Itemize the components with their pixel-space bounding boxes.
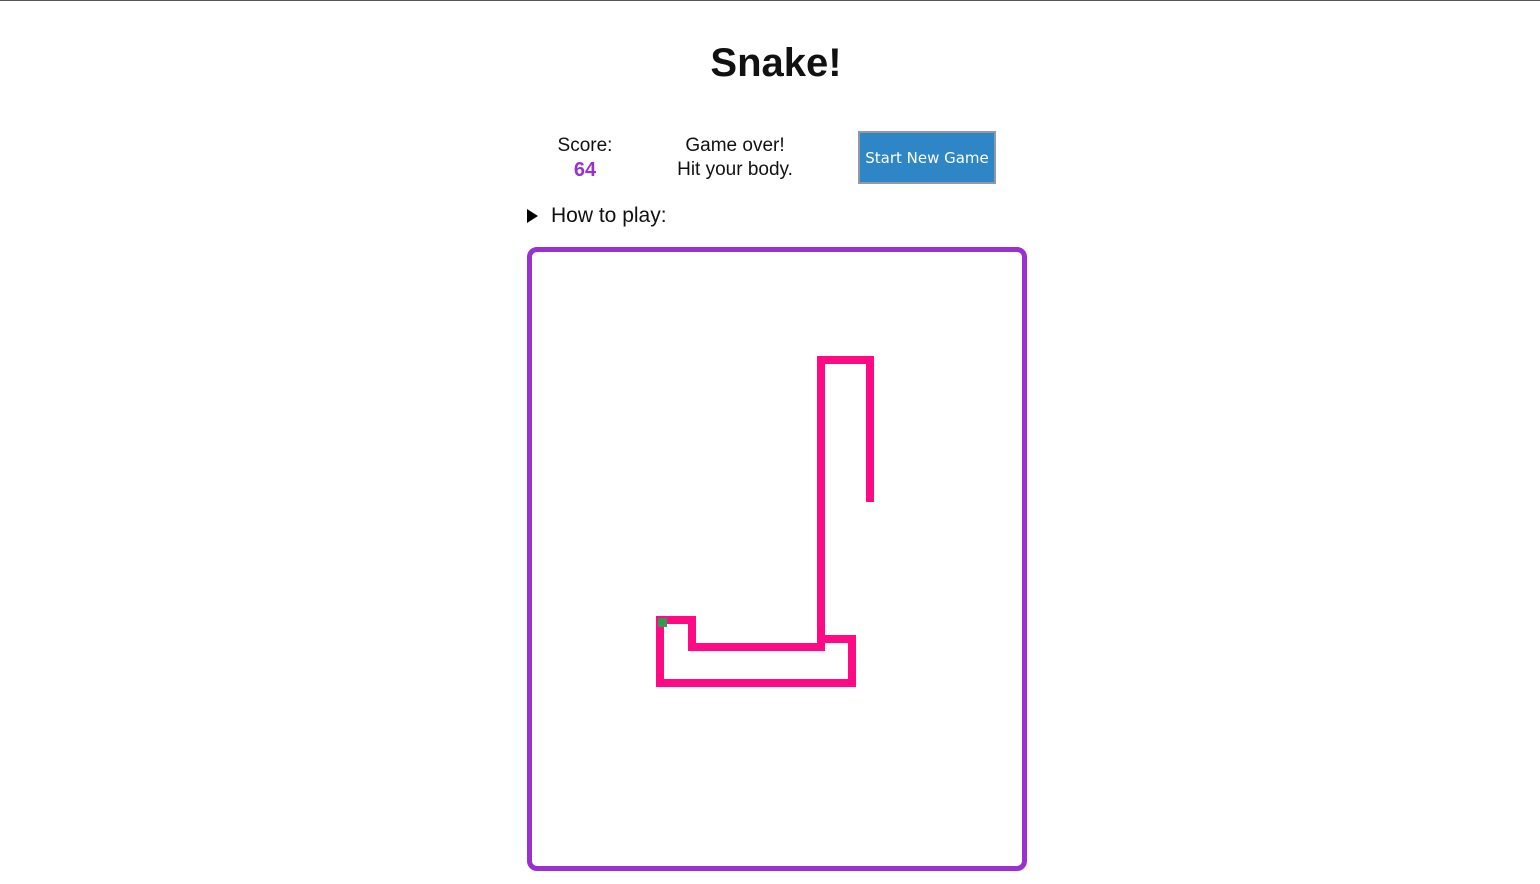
snake-head <box>658 618 667 627</box>
status-line-2: Hit your body. <box>677 159 793 180</box>
status-line-1: Game over! <box>685 135 785 156</box>
game-status: Game over! Hit your body. <box>655 134 815 182</box>
top-divider <box>0 0 1540 1</box>
start-new-game-button[interactable]: Start New Game <box>858 131 996 184</box>
triangle-right-icon <box>527 209 538 223</box>
how-to-play-toggle[interactable]: How to play: <box>527 202 667 230</box>
page-title: Snake! <box>710 41 842 85</box>
score-label: Score: <box>557 135 613 156</box>
score-value: 64 <box>573 159 597 181</box>
game-board <box>527 247 1027 871</box>
game-canvas <box>656 356 874 687</box>
how-to-play-label: How to play: <box>551 204 667 227</box>
snake-body <box>656 356 874 687</box>
score-panel: Score: 64 <box>535 134 635 182</box>
